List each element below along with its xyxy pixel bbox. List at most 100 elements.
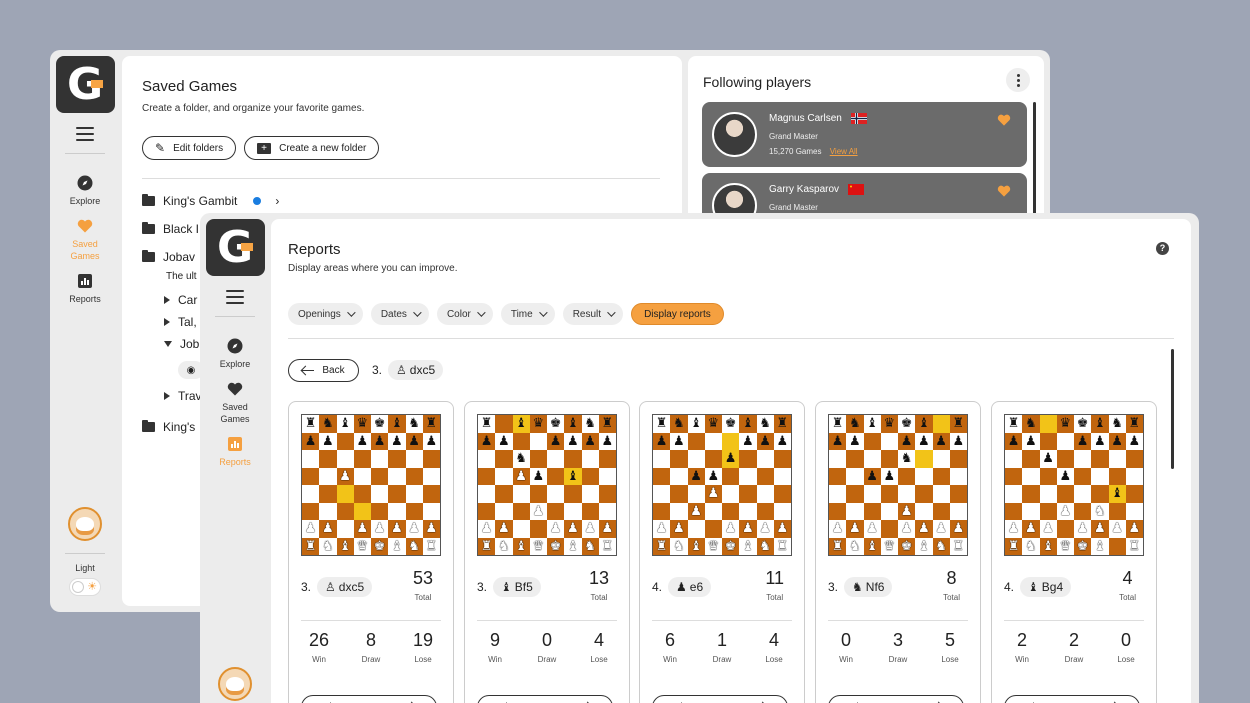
heart-icon[interactable] xyxy=(997,114,1011,126)
chess-piece-icon: ♟ xyxy=(425,433,438,449)
page-subtitle: Create a folder, and organize your favor… xyxy=(142,103,365,114)
filter-openings[interactable]: Openings xyxy=(288,303,363,325)
board-square: ♝ xyxy=(564,537,582,555)
draw-value: 8 xyxy=(365,630,376,650)
menu-icon[interactable] xyxy=(76,127,94,141)
chess-piece-icon: ♟ xyxy=(1094,521,1106,537)
board-square xyxy=(422,502,440,520)
board-square: ♚ xyxy=(1074,415,1092,433)
sidebar-item-saved-games[interactable]: Saved Games xyxy=(65,217,105,262)
player-card[interactable]: Magnus Carlsen Grand Master 15,270 Games… xyxy=(702,102,1027,167)
view-all-link[interactable]: View All xyxy=(830,147,858,156)
chess-board[interactable]: ♜ ♞ ♝ ♛ ♚ ♝ ♞ ♜ ♟ ♟ ♟ ♟ ♟ ♟ ♟ ♟ ♟ ♟ ♟ ♟ ♟ ♟ ♟ ♟ ♜ ♞ ♝ ♛ ♚ ♝ ♞ ♜ xyxy=(652,414,792,556)
move-tag[interactable]: ♟ e6 xyxy=(668,577,712,597)
menu-icon[interactable] xyxy=(226,290,244,304)
board-square xyxy=(598,502,616,520)
avatar[interactable] xyxy=(68,507,102,541)
board-square: ♟ xyxy=(773,432,791,450)
total-value: 4 xyxy=(1122,568,1133,588)
board-square: ♟ xyxy=(564,432,582,450)
filter-color[interactable]: Color xyxy=(436,303,493,325)
board-square: ♟ xyxy=(932,432,950,450)
scrollbar[interactable] xyxy=(1033,102,1036,222)
chess-piece-icon: ♜ xyxy=(304,416,317,432)
edit-folders-button[interactable]: ✎ Edit folders xyxy=(142,136,237,160)
chess-piece-icon: ♟ xyxy=(425,521,438,537)
sidebar-item-saved-games[interactable]: Saved Games xyxy=(215,380,255,425)
folder-plus-icon: + xyxy=(257,142,272,154)
board-square: ♛ xyxy=(529,415,547,433)
scrollbar[interactable] xyxy=(1171,349,1174,469)
move-number: 3. xyxy=(477,580,488,594)
help-icon[interactable]: ? xyxy=(1156,242,1169,255)
move-tag[interactable]: ♙ dxc5 xyxy=(317,577,373,597)
chess-piece-icon: ♞ xyxy=(935,538,947,554)
view-games-button[interactable]: View games xyxy=(301,695,437,703)
board-square xyxy=(598,450,616,468)
chess-piece-icon: ♝ xyxy=(690,538,702,554)
display-reports-button[interactable]: Display reports xyxy=(631,303,724,325)
sidebar-item-label: Explore xyxy=(219,359,251,369)
back-button[interactable]: Back xyxy=(288,359,359,382)
chess-piece-icon: ♟ xyxy=(1128,433,1141,449)
chess-piece-icon: ♟ xyxy=(673,433,685,449)
chess-piece-icon: ♞ xyxy=(1111,416,1123,432)
view-games-button[interactable]: View games xyxy=(477,695,613,703)
win-stat: 0 Win xyxy=(826,630,866,664)
board-square xyxy=(353,502,371,520)
board-square: ♟ xyxy=(1005,432,1023,450)
chess-piece-icon: ♟ xyxy=(900,433,913,449)
board-square xyxy=(704,450,722,468)
chess-piece-icon: ♟ xyxy=(304,433,317,449)
avatar[interactable] xyxy=(218,667,252,701)
sidebar-item-explore[interactable]: Explore xyxy=(219,337,251,370)
board-square xyxy=(1005,450,1023,468)
move-tag[interactable]: ♝ Bf5 xyxy=(493,577,541,597)
view-games-button[interactable]: View games xyxy=(1004,695,1140,703)
chess-board[interactable]: ♜ ♝ ♛ ♚ ♝ ♞ ♜ ♟ ♟ ♟ ♟ ♟ ♟ ♞ ♟ ♟ ♝ ♟ ♟ ♟ ♟ ♟ ♟ ♟ ♜ ♞ ♝ ♛ ♚ ♝ ♞ ♜ xyxy=(477,414,617,556)
chess-board[interactable]: ♜ ♞ ♝ ♛ ♚ ♝ ♜ ♟ ♟ ♟ ♟ ♟ ♟ ♞ ♟ ♟ ♟ ♟ ♟ ♟ ♟ ♟ ♟ ♟ ♜ ♞ ♝ ♛ ♚ ♝ ♞ ♜ xyxy=(828,414,968,556)
sidebar-item-reports[interactable]: Reports xyxy=(219,435,251,468)
pencil-icon: ✎ xyxy=(155,141,166,155)
chess-board[interactable]: ♜ ♞ ♝ ♛ ♚ ♝ ♞ ♜ ♟ ♟ ♟ ♟ ♟ ♟ ♟ ♟ ♟ ♟ ♟ ♟ ♟ ♟ ♟ ♜ ♞ ♝ ♛ ♚ ♝ ♞ ♜ xyxy=(301,414,441,556)
chess-piece-icon: ♜ xyxy=(776,416,789,432)
board-square: ♟ xyxy=(422,520,440,538)
filter-dates[interactable]: Dates xyxy=(370,303,429,325)
theme-toggle[interactable]: ☀ xyxy=(69,578,101,596)
board-square: ♟ xyxy=(773,520,791,538)
more-options-icon[interactable] xyxy=(1006,68,1030,92)
board-square: ♟ xyxy=(829,520,847,538)
board-square: ♟ xyxy=(863,467,881,485)
sun-icon: ☀ xyxy=(87,581,97,593)
pawn-icon: ♙ xyxy=(396,363,407,377)
board-square xyxy=(653,467,671,485)
caret-down-icon xyxy=(164,341,172,347)
chess-piece-icon: ♟ xyxy=(866,521,878,537)
app-logo[interactable]: G xyxy=(205,219,265,276)
board-square xyxy=(495,415,513,433)
view-games-button[interactable]: View games xyxy=(828,695,964,703)
board-square xyxy=(495,450,513,468)
sidebar: G Explore Saved Games Reports Light ☀ xyxy=(50,50,120,612)
board-square: ♝ xyxy=(1039,537,1057,555)
filter-time[interactable]: Time xyxy=(500,303,555,325)
board-square xyxy=(846,467,864,485)
sidebar-item-explore[interactable]: Explore xyxy=(70,174,100,207)
folder-item[interactable]: King's Gambit › xyxy=(142,187,662,215)
view-games-button[interactable]: View games xyxy=(652,695,788,703)
heart-icon[interactable] xyxy=(997,185,1011,197)
create-folder-button[interactable]: + Create a new folder xyxy=(244,136,380,160)
app-logo[interactable]: G xyxy=(55,56,115,113)
sidebar-item-reports[interactable]: Reports xyxy=(69,272,101,305)
folder-icon xyxy=(142,194,155,206)
board-square xyxy=(405,467,423,485)
move-tag[interactable]: ♞ Nf6 xyxy=(844,577,893,597)
board-square xyxy=(495,502,513,520)
chess-piece-icon: ♚ xyxy=(1076,416,1089,432)
filter-result[interactable]: Result xyxy=(562,303,624,325)
board-square: ♚ xyxy=(1074,537,1092,555)
move-tag[interactable]: ♝ Bg4 xyxy=(1020,577,1072,597)
board-square xyxy=(371,450,389,468)
chess-board[interactable]: ♜ ♞ ♛ ♚ ♝ ♞ ♜ ♟ ♟ ♟ ♟ ♟ ♟ ♟ ♟ ♝ ♟ ♞ ♟ ♟ ♟ ♟ ♟ ♟ ♟ ♜ ♞ ♝ ♛ ♚ ♝ ♜ xyxy=(1004,414,1144,556)
chess-piece-icon: ♟ xyxy=(1076,521,1089,537)
